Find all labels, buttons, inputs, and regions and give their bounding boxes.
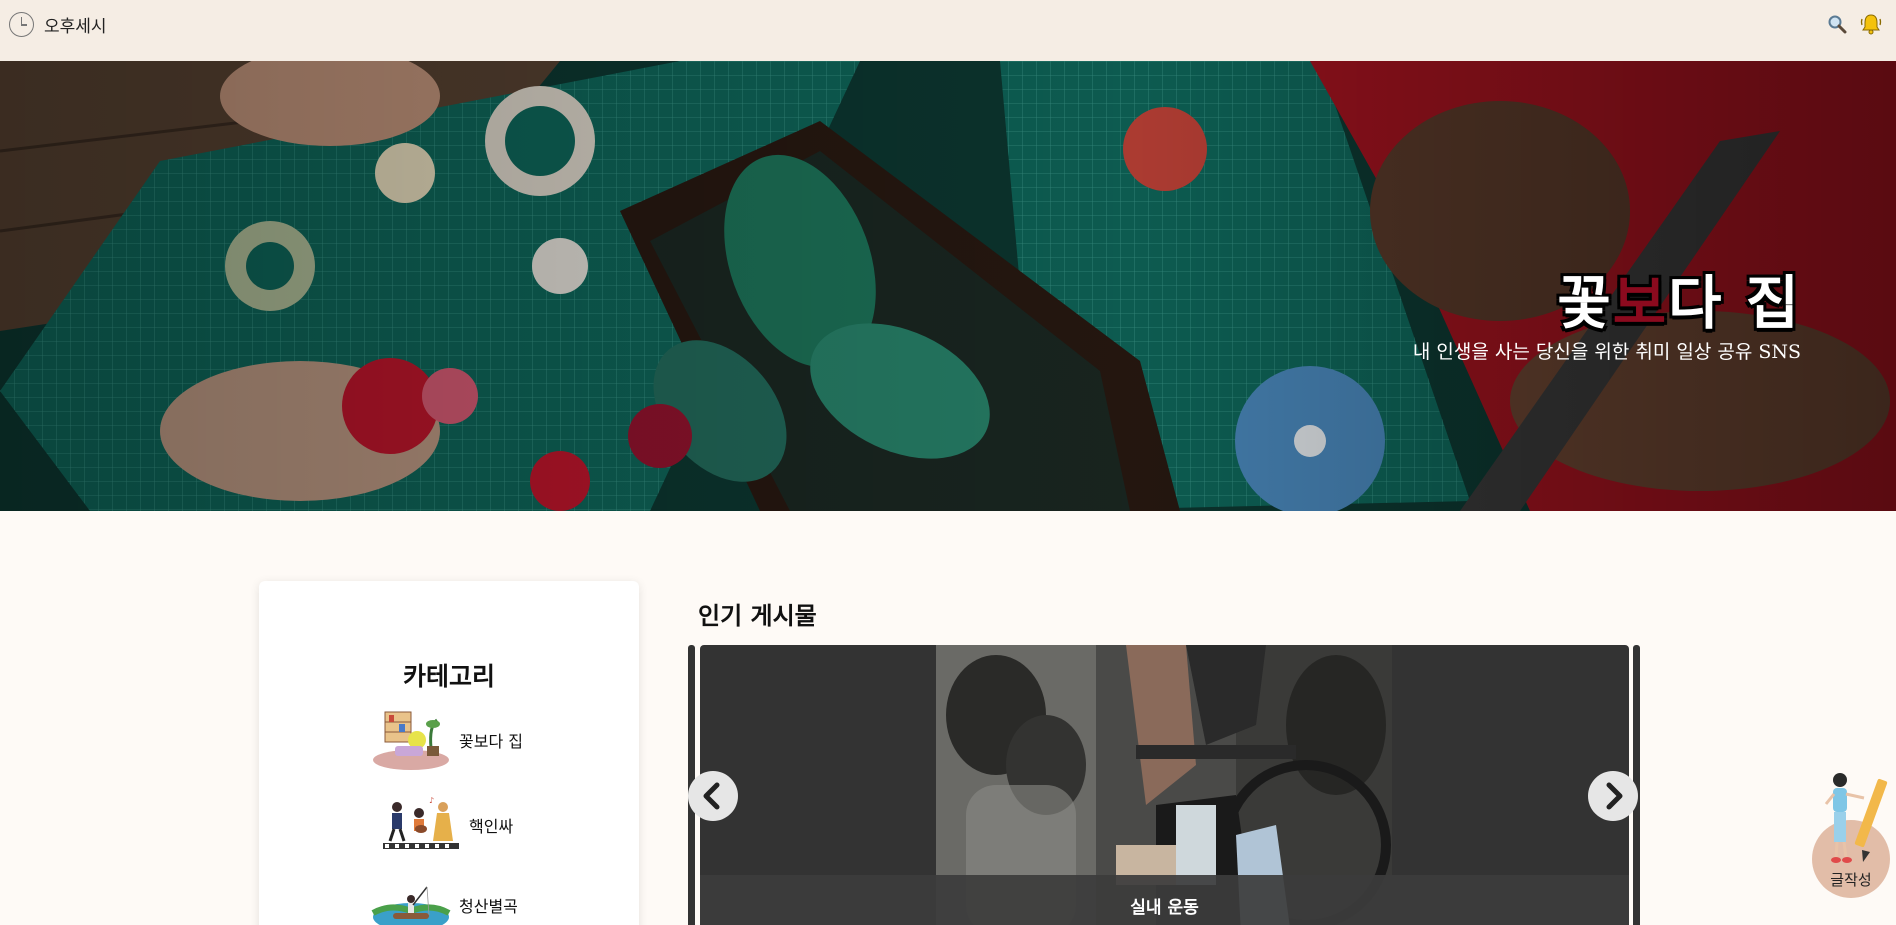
chevron-left-icon [703,782,720,810]
brand[interactable]: 오후세시 [9,12,107,37]
clock-icon [9,12,34,37]
top-bar: 오후세시 [0,0,1896,61]
svg-text:♪: ♪ [429,796,434,805]
nature-fishing-illustration [371,886,451,925]
party-people-illustration: ♪ [383,796,459,849]
popular-posts-title: 인기 게시물 [698,602,817,630]
category-item-party[interactable]: ♪ 핵인싸 [381,793,513,857]
popular-carousel[interactable]: 실내 운동 [688,645,1640,925]
carousel-next-button[interactable] [1588,771,1638,821]
hero-subtitle: 내 인생을 사는 당신을 위한 취미 일상 공유 SNS [1412,341,1801,363]
hero-title-part3: 다 집 [1668,269,1801,337]
carousel-slide[interactable]: 실내 운동 [700,645,1629,925]
chevron-right-icon [1606,782,1623,810]
hero-title: 꽃보다 집 [1557,256,1801,340]
hero-title-part1: 꽃 [1557,269,1613,337]
write-button-label[interactable]: 글작성 [1810,869,1892,890]
hero-banner: 꽃보다 집 내 인생을 사는 당신을 위한 취미 일상 공유 SNS [0,61,1896,511]
slide-caption[interactable]: 실내 운동 [700,875,1629,925]
category-item-nature[interactable]: 청산별곡 [371,873,518,925]
write-post-button[interactable]: 글작성 [1810,768,1890,900]
carousel-prev-button[interactable] [688,771,738,821]
category-card: 카테고리 꽃보다 집 ♪ 핵인싸 청산별곡 [259,581,639,925]
brand-name[interactable]: 오후세시 [44,12,107,37]
hero-title-part2: 보 [1612,269,1669,337]
category-label-party[interactable]: 핵인싸 [469,813,513,837]
pencil-girl-illustration [1824,773,1888,863]
home-decor-illustration [373,711,449,770]
category-title: 카테고리 [402,662,495,691]
category-label-nature[interactable]: 청산별곡 [459,893,518,917]
category-item-home[interactable]: 꽃보다 집 [371,708,523,772]
category-label-home[interactable]: 꽃보다 집 [459,728,523,752]
bell-icon[interactable] [1860,13,1882,35]
search-icon[interactable] [1826,13,1848,35]
